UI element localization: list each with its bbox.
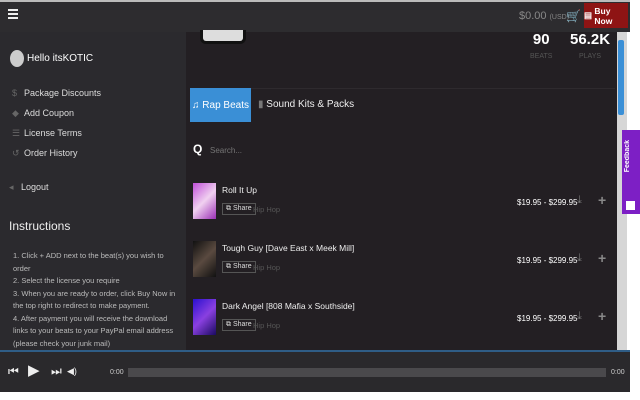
search-input[interactable]	[210, 146, 410, 155]
scrollbar-thumb[interactable]	[618, 40, 624, 115]
share-label: Share	[232, 263, 252, 270]
beats-count: 90	[532, 31, 550, 48]
instruction-step: 3. When you are ready to order, click Bu…	[13, 288, 176, 311]
add-to-cart-icon[interactable]: +	[598, 250, 606, 266]
greeting: Hello itsKOTIC	[27, 53, 94, 64]
track-price: $19.95 - $299.95	[517, 314, 578, 323]
logout-link[interactable]: ◂ Logout	[9, 182, 49, 193]
buy-now-label: Buy Now	[594, 5, 613, 26]
cart-total-value: $0.00	[519, 10, 547, 22]
plays-count: 56.2K	[570, 31, 611, 48]
track-genre[interactable]: Hip Hop	[253, 321, 280, 330]
buy-now-button[interactable]: ▤ Buy Now	[584, 3, 628, 28]
share-label: Share	[232, 321, 252, 328]
instructions-list: 1. Click + ADD next to the beat(s) you w…	[13, 250, 178, 350]
label: Package Discounts	[24, 88, 102, 98]
progress-bar[interactable]	[128, 368, 606, 377]
instruction-step: 1. Click + ADD next to the beat(s) you w…	[13, 251, 164, 273]
coupon-icon: ◆	[12, 108, 19, 118]
label: Add Coupon	[24, 108, 75, 118]
download-icon[interactable]: ⤓	[577, 310, 582, 323]
track-price: $19.95 - $299.95	[517, 256, 578, 265]
duration: 0:00	[611, 369, 625, 376]
track-title[interactable]: Dark Angel [808 Mafia x Southside]	[222, 301, 355, 311]
credit-card-icon: ▤	[584, 10, 595, 20]
share-label: Share	[232, 205, 252, 212]
previous-icon[interactable]: ⏮	[8, 364, 19, 379]
add-to-cart-icon[interactable]: +	[598, 308, 606, 324]
feedback-label: Feedback	[624, 140, 631, 173]
track-row[interactable]: Tough Guy [Dave East x Meek Mill] ⧉ Shar…	[193, 241, 613, 281]
profile-image	[200, 30, 246, 44]
volume-icon[interactable]: ◀)	[67, 366, 77, 377]
label: License Terms	[24, 128, 82, 138]
beats-label: BEATS	[530, 53, 553, 60]
sidebar-item-order-history[interactable]: ↺ Order History	[12, 148, 78, 159]
track-artwork	[193, 241, 216, 277]
music-note-icon: ♫	[192, 99, 203, 111]
tab-rap-beats[interactable]: ♫ Rap Beats	[190, 88, 251, 122]
instruction-step: 2. Select the license you require	[13, 276, 120, 285]
download-icon[interactable]: ⤓	[577, 194, 582, 207]
sidebar-item-add-coupon[interactable]: ◆ Add Coupon	[12, 108, 74, 119]
track-genre[interactable]: Hip Hop	[253, 205, 280, 214]
list-icon: ☰	[12, 128, 21, 138]
download-icon[interactable]: ⤓	[577, 252, 582, 265]
share-button[interactable]: ⧉ Share	[222, 203, 256, 215]
label: Logout	[21, 182, 49, 192]
tab-label: Sound Kits & Packs	[266, 99, 355, 110]
track-row[interactable]: Roll It Up ⧉ Share Hip Hop $19.95 - $299…	[193, 183, 613, 223]
instruction-step: 4. After payment you will receive the do…	[13, 313, 174, 348]
track-artwork	[193, 183, 216, 219]
stat-plays: 56.2K PLAYS	[570, 31, 610, 60]
avatar	[10, 50, 24, 67]
history-icon: ↺	[12, 148, 20, 158]
add-to-cart-icon[interactable]: +	[598, 192, 606, 208]
track-artwork	[193, 299, 216, 335]
track-price: $19.95 - $299.95	[517, 198, 578, 207]
stat-beats: 90 BEATS	[530, 31, 552, 60]
label: Order History	[24, 148, 78, 158]
share-button[interactable]: ⧉ Share	[222, 319, 256, 331]
feedback-icon	[626, 201, 635, 210]
divider	[190, 88, 615, 89]
play-icon[interactable]: ▶	[28, 361, 40, 379]
track-genre[interactable]: Hip Hop	[253, 263, 280, 272]
cart-total: $0.00 (USD)	[519, 10, 569, 22]
track-row[interactable]: Dark Angel [808 Mafia x Southside] ⧉ Sha…	[193, 299, 613, 339]
current-time: 0:00	[110, 369, 124, 376]
sidebar-item-package-discounts[interactable]: $ Package Discounts	[12, 88, 101, 98]
plays-label: PLAYS	[578, 53, 602, 60]
feedback-tab[interactable]: Feedback	[622, 130, 640, 214]
instructions-title: Instructions	[9, 219, 71, 233]
cart-icon[interactable]: 🛒	[566, 9, 581, 23]
track-title[interactable]: Roll It Up	[222, 185, 257, 195]
next-icon[interactable]: ⏭	[51, 364, 62, 379]
tab-sound-kits[interactable]: ▮ Sound Kits & Packs	[258, 99, 354, 110]
hamburger-menu-icon[interactable]	[8, 9, 18, 19]
search-icon: Q	[193, 142, 203, 156]
tag-icon: $	[12, 88, 18, 98]
track-title[interactable]: Tough Guy [Dave East x Meek Mill]	[222, 243, 354, 253]
sidebar-item-license-terms[interactable]: ☰ License Terms	[12, 128, 82, 139]
tab-label: Rap Beats	[202, 99, 249, 111]
logout-icon: ◂	[9, 182, 14, 192]
share-button[interactable]: ⧉ Share	[222, 261, 256, 273]
